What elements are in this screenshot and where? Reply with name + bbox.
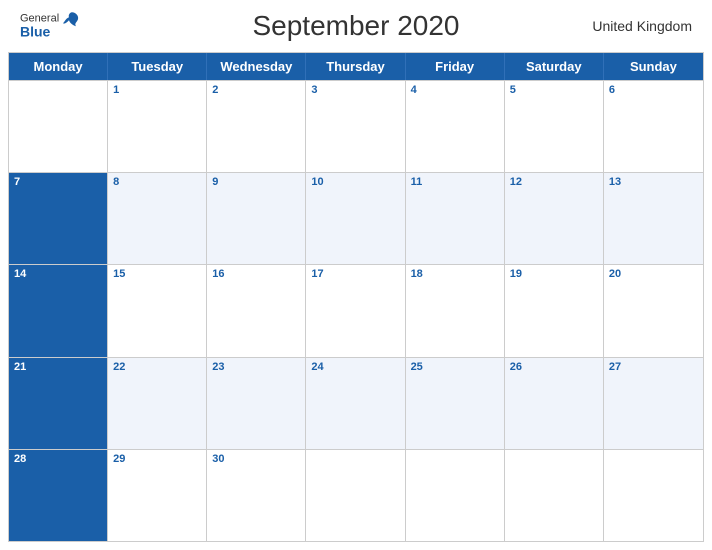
header-wednesday: Wednesday — [207, 53, 306, 80]
week-1: 1 2 3 4 5 6 — [9, 80, 703, 172]
day-cell — [505, 450, 604, 541]
day-cell: 20 — [604, 265, 703, 356]
day-cell: 23 — [207, 358, 306, 449]
header-sunday: Sunday — [604, 53, 703, 80]
calendar-grid: Monday Tuesday Wednesday Thursday Friday… — [8, 52, 704, 542]
header-friday: Friday — [406, 53, 505, 80]
day-cell: 14 — [9, 265, 108, 356]
week-5: 28 29 30 — [9, 449, 703, 541]
day-cell: 28 — [9, 450, 108, 541]
day-cell: 13 — [604, 173, 703, 264]
header-saturday: Saturday — [505, 53, 604, 80]
day-cell: 6 — [604, 81, 703, 172]
day-cell: 3 — [306, 81, 405, 172]
page-title: September 2020 — [252, 10, 459, 42]
day-cell: 5 — [505, 81, 604, 172]
day-cell: 7 — [9, 173, 108, 264]
day-cell — [9, 81, 108, 172]
header-thursday: Thursday — [306, 53, 405, 80]
day-cell: 15 — [108, 265, 207, 356]
day-cell: 8 — [108, 173, 207, 264]
day-cell: 10 — [306, 173, 405, 264]
day-cell: 25 — [406, 358, 505, 449]
day-cell: 22 — [108, 358, 207, 449]
logo-blue-text: Blue — [20, 24, 59, 39]
day-headers-row: Monday Tuesday Wednesday Thursday Friday… — [9, 53, 703, 80]
day-cell: 24 — [306, 358, 405, 449]
day-cell: 2 — [207, 81, 306, 172]
week-4: 21 22 23 24 25 26 27 — [9, 357, 703, 449]
day-cell: 21 — [9, 358, 108, 449]
country-label: United Kingdom — [592, 18, 692, 34]
header-monday: Monday — [9, 53, 108, 80]
day-cell: 30 — [207, 450, 306, 541]
week-2: 7 8 9 10 11 12 13 — [9, 172, 703, 264]
day-cell: 19 — [505, 265, 604, 356]
day-cell: 4 — [406, 81, 505, 172]
day-cell: 27 — [604, 358, 703, 449]
calendar-header: General Blue September 2020 United Kingd… — [0, 0, 712, 52]
day-cell: 29 — [108, 450, 207, 541]
day-cell: 16 — [207, 265, 306, 356]
day-cell — [406, 450, 505, 541]
day-cell: 12 — [505, 173, 604, 264]
header-tuesday: Tuesday — [108, 53, 207, 80]
day-cell: 18 — [406, 265, 505, 356]
day-cell: 26 — [505, 358, 604, 449]
day-cell — [604, 450, 703, 541]
logo-bird-icon — [61, 10, 83, 37]
logo: General Blue — [20, 12, 83, 39]
day-cell: 11 — [406, 173, 505, 264]
day-cell: 17 — [306, 265, 405, 356]
day-cell: 9 — [207, 173, 306, 264]
weeks-container: 1 2 3 4 5 6 7 8 9 10 11 12 13 14 15 16 1… — [9, 80, 703, 541]
day-cell — [306, 450, 405, 541]
week-3: 14 15 16 17 18 19 20 — [9, 264, 703, 356]
day-cell: 1 — [108, 81, 207, 172]
